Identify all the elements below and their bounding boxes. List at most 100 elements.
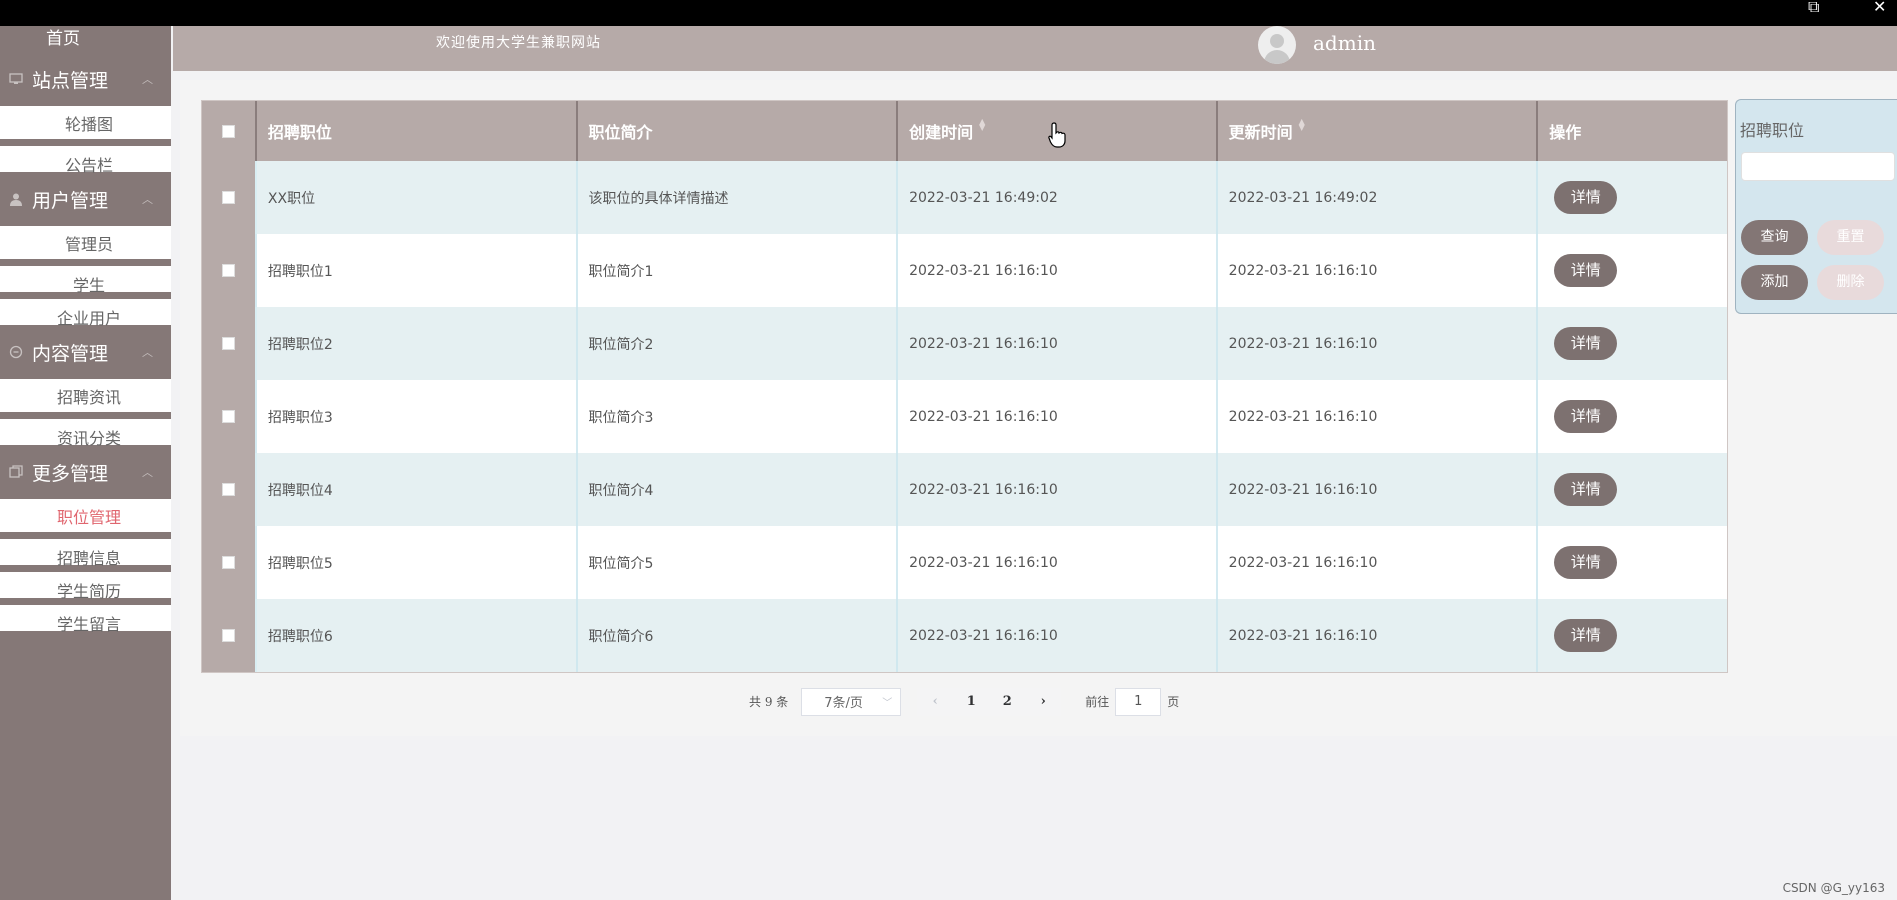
chevron-up-icon: ︿ (142, 346, 153, 359)
sort-icon[interactable]: ▲ ▼ (979, 118, 985, 132)
row-checkbox[interactable] (221, 629, 235, 642)
sidebar-item-notice[interactable]: 公告栏 (0, 139, 171, 175)
detail-button[interactable]: 详情 (1554, 181, 1618, 214)
table-row: 招聘职位2 职位简介2 2022-03-21 16:16:10 2022-03-… (202, 307, 1727, 380)
detail-button[interactable]: 详情 (1554, 473, 1618, 506)
page-size-select[interactable]: 7条/页 ﹀ (801, 687, 902, 716)
cell-updated: 2022-03-21 16:16:10 (1218, 307, 1539, 380)
detail-button[interactable]: 详情 (1554, 619, 1618, 652)
page-number-1[interactable]: 1 (953, 687, 990, 716)
cell-intro: 职位简介5 (578, 526, 899, 599)
column-header-label: 更新时间 (1228, 123, 1293, 142)
next-page-button[interactable]: › (1025, 687, 1062, 716)
table-row: 招聘职位1 职位简介1 2022-03-21 16:16:10 2022-03-… (202, 234, 1727, 307)
username[interactable]: admin (1313, 31, 1376, 55)
cell-created: 2022-03-21 16:16:10 (898, 453, 1218, 526)
row-select-cell (202, 526, 257, 599)
cell-actions: 详情 (1538, 307, 1727, 380)
cell-title: 招聘职位1 (257, 234, 578, 307)
detail-button[interactable]: 详情 (1554, 546, 1618, 579)
jobs-table: 招聘职位 职位简介 创建时间 ▲ ▼ 更新时间 ▲ ▼ 操作 XX职位 该职位的具体详情… (201, 100, 1728, 673)
chevron-up-icon: ︿ (142, 466, 153, 479)
detail-button[interactable]: 详情 (1554, 327, 1618, 360)
cell-updated: 2022-03-21 16:49:02 (1218, 161, 1539, 234)
row-checkbox[interactable] (221, 337, 235, 350)
search-input[interactable] (1741, 152, 1895, 181)
cell-created: 2022-03-21 16:49:02 (898, 161, 1218, 234)
page-size-value: 7条/页 (824, 696, 863, 711)
sort-icon[interactable]: ▲ ▼ (1299, 118, 1305, 132)
page-number-2[interactable]: 2 (989, 687, 1026, 716)
row-checkbox[interactable] (221, 410, 235, 423)
hand-cursor-icon (1048, 122, 1066, 148)
sidebar-item-recruit-info[interactable]: 招聘信息 (0, 532, 171, 568)
restore-icon[interactable]: ⧉ (1808, 0, 1819, 15)
cell-title: 招聘职位6 (257, 599, 578, 672)
sidebar-item-news-category[interactable]: 资讯分类 (0, 412, 171, 448)
cell-intro: 职位简介6 (578, 599, 899, 672)
goto-page-input[interactable]: 1 (1115, 687, 1162, 716)
cell-created: 2022-03-21 16:16:10 (898, 380, 1218, 453)
sidebar-group-label: 内容管理 (32, 342, 109, 365)
chat-icon (8, 345, 24, 359)
table-header-row: 招聘职位 职位简介 创建时间 ▲ ▼ 更新时间 ▲ ▼ 操作 (202, 101, 1727, 161)
cell-title: 招聘职位4 (257, 453, 578, 526)
prev-page-button[interactable]: ‹ (917, 687, 954, 716)
add-button[interactable]: 添加 (1741, 265, 1808, 300)
cell-actions: 详情 (1538, 234, 1727, 307)
reset-button[interactable]: 重置 (1817, 220, 1884, 255)
delete-button[interactable]: 删除 (1817, 265, 1884, 300)
sidebar-item-carousel[interactable]: 轮播图 (0, 106, 171, 139)
cell-title: 招聘职位5 (257, 526, 578, 599)
avatar[interactable] (1258, 26, 1296, 64)
sidebar-item-news[interactable]: 招聘资讯 (0, 379, 171, 412)
row-checkbox[interactable] (221, 483, 235, 496)
goto-suffix: 页 (1167, 695, 1180, 709)
column-header-updated[interactable]: 更新时间 ▲ ▼ (1218, 101, 1539, 161)
select-all-cell (202, 101, 257, 161)
sidebar-group-more[interactable]: 更多管理 ︿ (0, 445, 171, 499)
cell-created: 2022-03-21 16:16:10 (898, 599, 1218, 672)
cell-actions: 详情 (1538, 161, 1727, 234)
sidebar-home-link[interactable]: 首页 (0, 26, 171, 52)
row-checkbox[interactable] (221, 556, 235, 569)
table-row: XX职位 该职位的具体详情描述 2022-03-21 16:49:02 2022… (202, 161, 1727, 234)
row-select-cell (202, 380, 257, 453)
detail-button[interactable]: 详情 (1554, 254, 1618, 287)
watermark: CSDN @G_yy163 (1782, 881, 1885, 895)
top-header: 欢迎使用大学生兼职网站 admin (173, 26, 1897, 71)
column-header-intro: 职位简介 (578, 101, 899, 161)
row-select-cell (202, 234, 257, 307)
close-icon[interactable]: ✕ (1873, 0, 1886, 15)
welcome-text: 欢迎使用大学生兼职网站 (436, 35, 601, 51)
cell-actions: 详情 (1538, 380, 1727, 453)
sidebar-item-students[interactable]: 学生 (0, 259, 171, 295)
row-checkbox[interactable] (221, 191, 235, 204)
sidebar-group-site[interactable]: 站点管理 ︿ (0, 52, 171, 106)
column-header-title: 招聘职位 (257, 101, 578, 161)
row-checkbox[interactable] (221, 264, 235, 277)
detail-button[interactable]: 详情 (1554, 400, 1618, 433)
sidebar-group-content[interactable]: 内容管理 ︿ (0, 325, 171, 379)
sidebar-group-label: 用户管理 (32, 189, 109, 212)
cell-intro: 职位简介2 (578, 307, 899, 380)
cell-created: 2022-03-21 16:16:10 (898, 307, 1218, 380)
monitor-icon (8, 72, 24, 86)
window-titlebar: ⧉ ✕ (0, 0, 1897, 26)
cell-intro: 职位简介1 (578, 234, 899, 307)
sidebar-group-users[interactable]: 用户管理 ︿ (0, 172, 171, 226)
column-header-label: 创建时间 (909, 123, 974, 142)
search-label: 招聘职位 (1740, 121, 1805, 140)
query-button[interactable]: 查询 (1741, 220, 1808, 255)
select-all-checkbox[interactable] (221, 124, 235, 138)
table-row: 招聘职位4 职位简介4 2022-03-21 16:16:10 2022-03-… (202, 453, 1727, 526)
sidebar-item-jobs[interactable]: 职位管理 (0, 499, 171, 532)
row-select-cell (202, 453, 257, 526)
avatar-body (1264, 50, 1290, 64)
sidebar-item-admins[interactable]: 管理员 (0, 226, 171, 259)
cell-actions: 详情 (1538, 453, 1727, 526)
cell-intro: 职位简介4 (578, 453, 899, 526)
column-header-actions: 操作 (1549, 123, 1582, 142)
row-select-cell (202, 161, 257, 234)
cell-updated: 2022-03-21 16:16:10 (1218, 453, 1539, 526)
